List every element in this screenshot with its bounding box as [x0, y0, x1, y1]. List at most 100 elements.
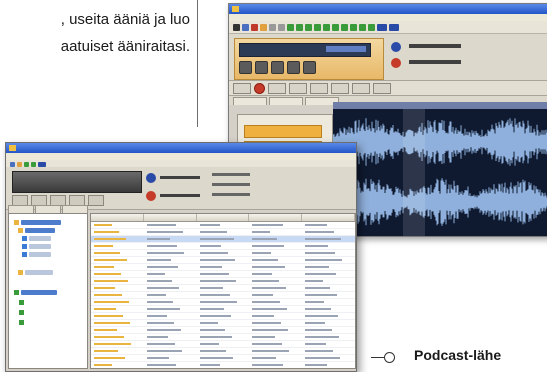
table-row	[91, 341, 355, 348]
callout-circle-icon	[384, 352, 395, 363]
tree-item	[25, 270, 53, 275]
table-row	[91, 299, 355, 306]
file-table	[90, 213, 356, 369]
level-meter	[160, 194, 200, 197]
folder-icon	[18, 270, 23, 275]
toolbar-icon	[17, 161, 22, 167]
manager-title-bar	[6, 143, 356, 153]
effect-icon	[368, 23, 375, 31]
transport-display	[234, 38, 384, 80]
player-panel	[6, 167, 356, 210]
effect-icon	[305, 23, 312, 31]
volume-knob-icon	[146, 173, 156, 183]
table-row	[91, 222, 355, 229]
table-row	[91, 257, 355, 264]
file-manager-screenshot	[5, 142, 357, 372]
table-header	[91, 214, 355, 222]
toolbar-icon	[31, 161, 36, 167]
effect-icon	[287, 23, 294, 31]
effect-icon	[350, 23, 357, 31]
effect-icon	[359, 23, 366, 31]
waveform-graphic	[333, 118, 547, 226]
transport-panel	[229, 34, 547, 81]
article-text-line-1: , useita ääniä ja luo	[60, 11, 190, 28]
column-rule	[197, 0, 198, 127]
level-meter	[212, 183, 250, 186]
column-header	[302, 214, 355, 221]
table-row	[91, 355, 355, 362]
toolbar-icon	[38, 161, 46, 167]
table-row	[91, 348, 355, 355]
table-row	[91, 327, 355, 334]
tree-item	[25, 228, 55, 233]
control-bar	[229, 81, 547, 96]
level-meter	[409, 60, 461, 64]
toolbar-icon	[24, 161, 29, 167]
control-button	[373, 82, 391, 94]
paste-icon	[278, 23, 285, 31]
tree-item	[29, 252, 51, 257]
callout-line	[371, 357, 385, 358]
tree-item	[21, 290, 57, 295]
copy-icon	[269, 23, 276, 31]
table-row	[91, 236, 355, 243]
table-row	[91, 285, 355, 292]
waveform-view	[333, 102, 547, 236]
effect-icon	[341, 23, 348, 31]
control-button	[289, 82, 307, 94]
volume-knob-icon	[391, 42, 401, 52]
app-icon	[232, 6, 239, 12]
table-row	[91, 278, 355, 285]
level-meter	[212, 193, 250, 196]
player-button	[88, 195, 104, 206]
stop-button	[271, 61, 284, 74]
control-button	[331, 82, 349, 94]
record-icon	[251, 23, 258, 31]
folder-icon	[19, 300, 24, 305]
editor-menu-bar	[229, 14, 547, 21]
effect-icon	[314, 23, 321, 31]
level-meter	[212, 173, 250, 176]
tree-item	[29, 236, 51, 241]
track-item	[244, 125, 322, 138]
table-row	[91, 250, 355, 257]
editor-tab	[233, 97, 267, 105]
selection-region	[403, 109, 425, 236]
level-meter	[409, 44, 461, 48]
level-meter	[160, 176, 200, 179]
table-row	[91, 306, 355, 313]
effect-icon	[296, 23, 303, 31]
table-row	[91, 229, 355, 236]
tree-item	[21, 220, 61, 225]
drive-icon	[22, 252, 27, 257]
player-display	[12, 171, 142, 193]
table-row	[91, 243, 355, 250]
table-row	[91, 313, 355, 320]
toolbar-icon	[10, 161, 15, 167]
tree-item	[29, 244, 51, 249]
drive-icon	[22, 236, 27, 241]
table-row	[91, 320, 355, 327]
editor-tab	[269, 97, 303, 105]
rewind-button	[239, 61, 252, 74]
folder-tree	[8, 213, 88, 369]
folder-icon	[18, 228, 23, 233]
editor-title-bar	[229, 4, 547, 14]
play-button	[255, 61, 268, 74]
manager-menu-bar	[6, 153, 356, 160]
record-level-icon	[391, 58, 401, 68]
caption-text: Podcast-lähe	[414, 347, 502, 363]
editor-toolbar	[229, 21, 547, 34]
column-header	[91, 214, 144, 221]
table-row	[91, 292, 355, 299]
record-button	[254, 82, 265, 94]
level-meters	[391, 40, 547, 74]
waveform-channel	[333, 178, 547, 226]
control-button	[352, 82, 370, 94]
forward-button	[287, 61, 300, 74]
view-icon	[377, 23, 387, 31]
open-icon	[242, 23, 249, 31]
column-header	[249, 214, 303, 221]
new-file-icon	[233, 23, 240, 31]
transport-buttons	[239, 61, 316, 74]
